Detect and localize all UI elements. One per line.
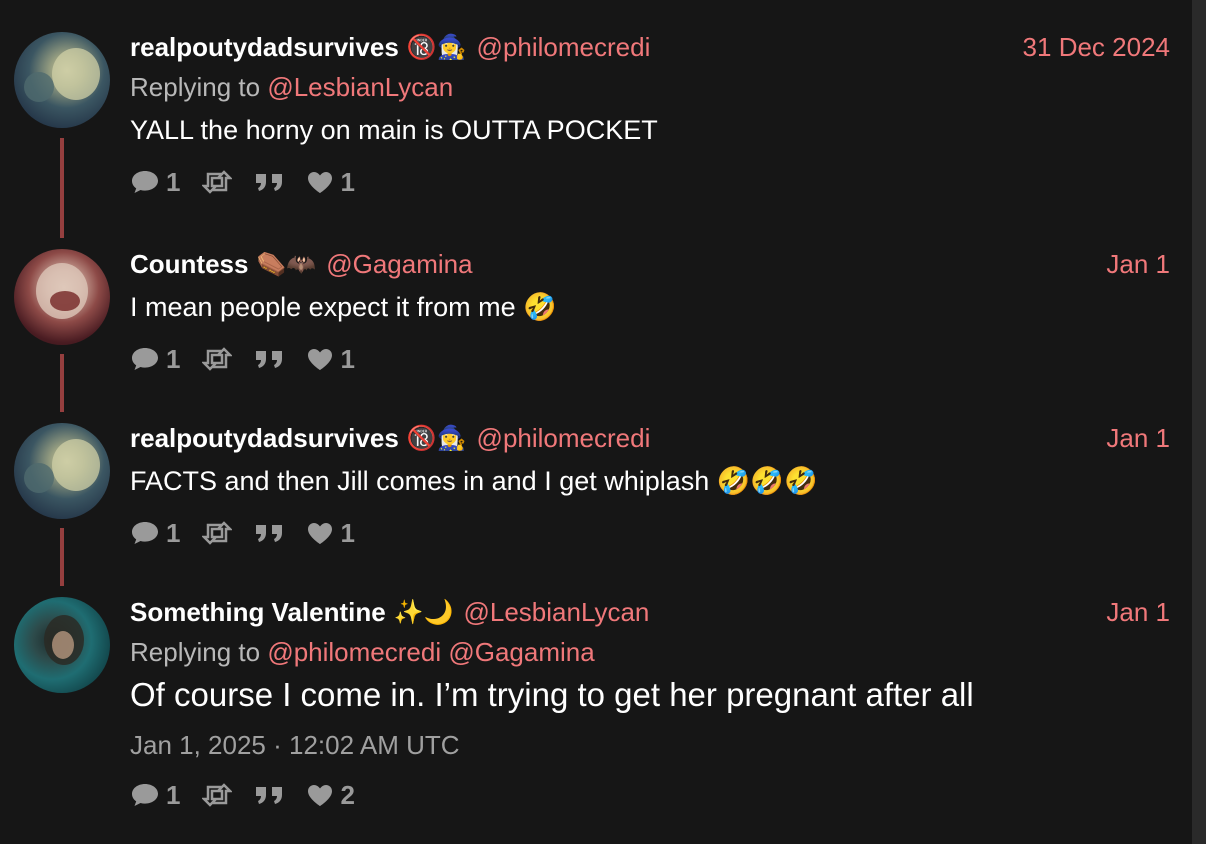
replying-label: Replying to [130, 637, 261, 667]
reply-count: 1 [166, 517, 181, 548]
mention-link[interactable]: @LesbianLycan [267, 72, 453, 102]
retweet-stat[interactable] [202, 521, 233, 545]
reply-stat[interactable]: 1 [130, 344, 180, 375]
tweet-date[interactable]: Jan 1 [1106, 423, 1170, 454]
quote-icon [256, 351, 283, 368]
replying-label: Replying to [130, 72, 261, 102]
avatar[interactable] [14, 423, 110, 519]
quote-stat[interactable] [254, 347, 284, 371]
thread-connector [60, 354, 64, 412]
reply-count: 1 [166, 343, 181, 374]
tweet-stats: 1 1 [130, 339, 1170, 379]
quote-stat[interactable] [254, 170, 284, 194]
retweet-icon [202, 347, 233, 371]
display-name[interactable]: realpoutydadsurvives [130, 32, 399, 63]
avatar[interactable] [14, 597, 110, 693]
name-emoji: 🔞🧙‍♀️ [406, 424, 467, 452]
display-name[interactable]: Countess [130, 249, 248, 280]
tweet-text: Of course I come in. I’m trying to get h… [130, 676, 974, 713]
tweet-date[interactable]: 31 Dec 2024 [1023, 32, 1170, 63]
retweet-icon [202, 170, 233, 194]
reply-count: 1 [166, 779, 181, 810]
name-emoji: ✨🌙 [393, 598, 454, 626]
quote-icon [256, 174, 283, 191]
reply-stat[interactable]: 1 [130, 167, 180, 198]
tweet-date[interactable]: Jan 1 [1106, 597, 1170, 628]
tweet-header: realpoutydadsurvives 🔞🧙‍♀️ @philomecredi… [130, 421, 1170, 455]
user-handle[interactable]: @philomecredi [477, 423, 651, 454]
mention-link[interactable]: @philomecredi @Gagamina [267, 637, 594, 667]
heart-icon [308, 349, 333, 370]
avatar[interactable] [14, 249, 110, 345]
comment-icon [132, 522, 158, 544]
quote-stat[interactable] [254, 783, 284, 807]
quote-icon [256, 525, 283, 542]
comment-icon [132, 171, 158, 193]
reply-stat[interactable]: 1 [130, 780, 180, 811]
like-count: 1 [340, 517, 355, 548]
tweet-header: Countess ⚰️🦇 @Gagamina Jan 1 [130, 247, 1170, 281]
name-emoji: 🔞🧙‍♀️ [406, 33, 467, 61]
like-stat[interactable]: 1 [306, 517, 355, 549]
like-stat[interactable]: 1 [306, 166, 355, 198]
like-stat[interactable]: 1 [306, 343, 355, 375]
user-handle[interactable]: @philomecredi [477, 32, 651, 63]
retweet-stat[interactable] [202, 347, 233, 371]
tweet-header: Something Valentine ✨🌙 @LesbianLycan Jan… [130, 595, 1170, 629]
like-stat[interactable]: 2 [306, 779, 355, 811]
replying-to: Replying to @philomecredi @Gagamina [130, 635, 1170, 669]
tweet-stats: 1 1 [130, 513, 1170, 553]
comment-icon [132, 784, 158, 806]
thread-connector [60, 138, 64, 238]
tweet-header: realpoutydadsurvives 🔞🧙‍♀️ @philomecredi… [130, 30, 1170, 64]
heart-icon [308, 172, 333, 193]
reply-stat[interactable]: 1 [130, 518, 180, 549]
user-handle[interactable]: @LesbianLycan [463, 597, 649, 628]
avatar[interactable] [14, 32, 110, 128]
tweet-stats: 1 2 [130, 775, 1170, 815]
like-count: 1 [340, 166, 355, 197]
retweet-icon [202, 783, 233, 807]
conversation-thread: realpoutydadsurvives 🔞🧙‍♀️ @philomecredi… [0, 0, 1192, 844]
quote-stat[interactable] [254, 521, 284, 545]
tweet-stats: 1 1 [130, 162, 1170, 202]
tweet-text: I mean people expect it from me 🤣 [130, 292, 557, 322]
replying-to: Replying to @LesbianLycan [130, 70, 1170, 104]
user-handle[interactable]: @Gagamina [326, 249, 472, 280]
heart-icon [308, 523, 333, 544]
retweet-stat[interactable] [202, 170, 233, 194]
display-name[interactable]: realpoutydadsurvives [130, 423, 399, 454]
thread-connector [60, 528, 64, 586]
tweet-text: FACTS and then Jill comes in and I get w… [130, 466, 818, 496]
reply-count: 1 [166, 166, 181, 197]
like-count: 2 [340, 779, 355, 810]
scrollbar-track[interactable] [1192, 0, 1206, 844]
like-count: 1 [340, 343, 355, 374]
retweet-icon [202, 521, 233, 545]
retweet-stat[interactable] [202, 783, 233, 807]
name-emoji: ⚰️🦇 [256, 250, 317, 278]
quote-icon [256, 787, 283, 804]
tweet-text: YALL the horny on main is OUTTA POCKET [130, 115, 658, 145]
tweet-date[interactable]: Jan 1 [1106, 249, 1170, 280]
heart-icon [308, 785, 333, 806]
display-name[interactable]: Something Valentine [130, 597, 386, 628]
comment-icon [132, 348, 158, 370]
tweet-timestamp[interactable]: Jan 1, 2025 · 12:02 AM UTC [130, 725, 1170, 765]
